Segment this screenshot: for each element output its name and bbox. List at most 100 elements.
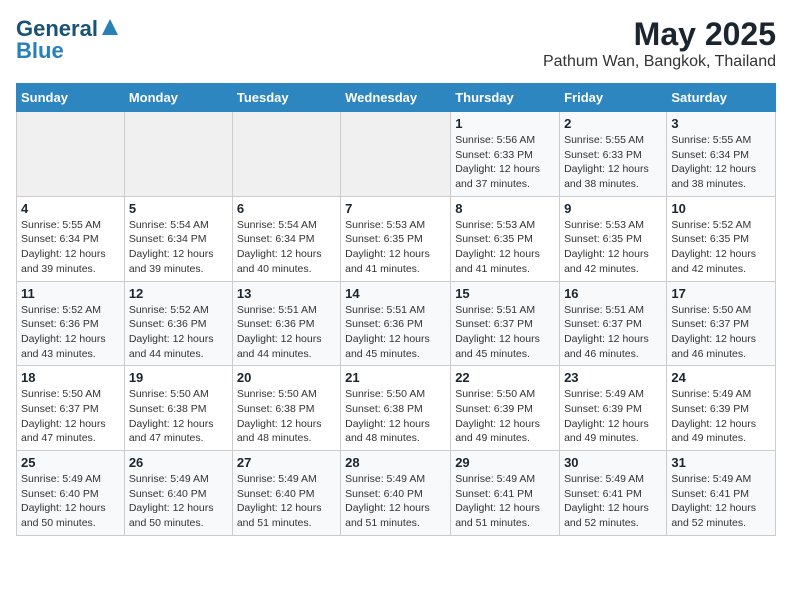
logo-triangle-icon: [100, 17, 120, 37]
day-info: Sunrise: 5:50 AMSunset: 6:37 PMDaylight:…: [671, 303, 771, 362]
day-number: 10: [671, 201, 771, 216]
page-header: General Blue May 2025 Pathum Wan, Bangko…: [16, 16, 776, 71]
calendar-cell: 1 Sunrise: 5:56 AMSunset: 6:33 PMDaylight…: [451, 112, 560, 197]
day-info: Sunrise: 5:52 AMSunset: 6:36 PMDaylight:…: [129, 303, 228, 362]
calendar-header-row: SundayMondayTuesdayWednesdayThursdayFrid…: [17, 84, 776, 112]
calendar-cell: 30 Sunrise: 5:49 AMSunset: 6:41 PMDayligh…: [560, 451, 667, 536]
day-number: 2: [564, 116, 662, 131]
calendar-table: SundayMondayTuesdayWednesdayThursdayFrid…: [16, 83, 776, 536]
calendar-cell: 18 Sunrise: 5:50 AMSunset: 6:37 PMDayligh…: [17, 366, 125, 451]
day-number: 29: [455, 455, 555, 470]
day-info: Sunrise: 5:50 AMSunset: 6:38 PMDaylight:…: [129, 387, 228, 446]
day-number: 19: [129, 370, 228, 385]
calendar-week-row: 4 Sunrise: 5:55 AMSunset: 6:34 PMDaylight…: [17, 196, 776, 281]
header-day-tuesday: Tuesday: [232, 84, 340, 112]
calendar-cell: 13 Sunrise: 5:51 AMSunset: 6:36 PMDayligh…: [232, 281, 340, 366]
calendar-cell: 22 Sunrise: 5:50 AMSunset: 6:39 PMDayligh…: [451, 366, 560, 451]
calendar-cell: 31Sunrise: 5:49 AMSunset: 6:41 PMDayligh…: [667, 451, 776, 536]
day-info: Sunrise: 5:50 AMSunset: 6:37 PMDaylight:…: [21, 387, 120, 446]
day-info: Sunrise: 5:49 AMSunset: 6:40 PMDaylight:…: [345, 472, 446, 531]
calendar-week-row: 18 Sunrise: 5:50 AMSunset: 6:37 PMDayligh…: [17, 366, 776, 451]
calendar-cell: 29 Sunrise: 5:49 AMSunset: 6:41 PMDayligh…: [451, 451, 560, 536]
calendar-cell: 21Sunrise: 5:50 AMSunset: 6:38 PMDayligh…: [341, 366, 451, 451]
calendar-cell: 8Sunrise: 5:53 AMSunset: 6:35 PMDaylight…: [451, 196, 560, 281]
day-info: Sunrise: 5:54 AMSunset: 6:34 PMDaylight:…: [237, 218, 336, 277]
day-number: 7: [345, 201, 446, 216]
calendar-cell: 2 Sunrise: 5:55 AMSunset: 6:33 PMDaylight…: [560, 112, 667, 197]
calendar-cell: 20 Sunrise: 5:50 AMSunset: 6:38 PMDayligh…: [232, 366, 340, 451]
calendar-cell: 12Sunrise: 5:52 AMSunset: 6:36 PMDayligh…: [124, 281, 232, 366]
calendar-cell: 7Sunrise: 5:53 AMSunset: 6:35 PMDaylight…: [341, 196, 451, 281]
calendar-cell: 28 Sunrise: 5:49 AMSunset: 6:40 PMDayligh…: [341, 451, 451, 536]
calendar-cell: 14Sunrise: 5:51 AMSunset: 6:36 PMDayligh…: [341, 281, 451, 366]
day-number: 11: [21, 286, 120, 301]
calendar-week-row: 25 Sunrise: 5:49 AMSunset: 6:40 PMDayligh…: [17, 451, 776, 536]
day-info: Sunrise: 5:51 AMSunset: 6:37 PMDaylight:…: [564, 303, 662, 362]
day-info: Sunrise: 5:49 AMSunset: 6:41 PMDaylight:…: [564, 472, 662, 531]
day-info: Sunrise: 5:49 AMSunset: 6:41 PMDaylight:…: [455, 472, 555, 531]
calendar-cell: 19 Sunrise: 5:50 AMSunset: 6:38 PMDayligh…: [124, 366, 232, 451]
logo: General Blue: [16, 16, 120, 64]
day-info: Sunrise: 5:49 AMSunset: 6:39 PMDaylight:…: [564, 387, 662, 446]
logo-blue: Blue: [16, 38, 64, 64]
calendar-cell: 10 Sunrise: 5:52 AMSunset: 6:35 PMDayligh…: [667, 196, 776, 281]
day-number: 3: [671, 116, 771, 131]
day-number: 13: [237, 286, 336, 301]
day-info: Sunrise: 5:53 AMSunset: 6:35 PMDaylight:…: [455, 218, 555, 277]
day-number: 6: [237, 201, 336, 216]
day-info: Sunrise: 5:50 AMSunset: 6:39 PMDaylight:…: [455, 387, 555, 446]
day-info: Sunrise: 5:51 AMSunset: 6:36 PMDaylight:…: [237, 303, 336, 362]
day-info: Sunrise: 5:50 AMSunset: 6:38 PMDaylight:…: [345, 387, 446, 446]
calendar-cell: [232, 112, 340, 197]
day-info: Sunrise: 5:49 AMSunset: 6:39 PMDaylight:…: [671, 387, 771, 446]
day-number: 23: [564, 370, 662, 385]
day-number: 15: [455, 286, 555, 301]
day-info: Sunrise: 5:53 AMSunset: 6:35 PMDaylight:…: [564, 218, 662, 277]
calendar-cell: 25 Sunrise: 5:49 AMSunset: 6:40 PMDayligh…: [17, 451, 125, 536]
calendar-week-row: 1 Sunrise: 5:56 AMSunset: 6:33 PMDaylight…: [17, 112, 776, 197]
day-number: 1: [455, 116, 555, 131]
day-info: Sunrise: 5:55 AMSunset: 6:34 PMDaylight:…: [21, 218, 120, 277]
header-day-saturday: Saturday: [667, 84, 776, 112]
day-number: 22: [455, 370, 555, 385]
day-number: 20: [237, 370, 336, 385]
calendar-cell: 3 Sunrise: 5:55 AMSunset: 6:34 PMDaylight…: [667, 112, 776, 197]
header-day-thursday: Thursday: [451, 84, 560, 112]
day-number: 24: [671, 370, 771, 385]
header-day-monday: Monday: [124, 84, 232, 112]
title-block: May 2025 Pathum Wan, Bangkok, Thailand: [543, 16, 776, 71]
day-info: Sunrise: 5:51 AMSunset: 6:36 PMDaylight:…: [345, 303, 446, 362]
day-number: 4: [21, 201, 120, 216]
month-year-title: May 2025: [543, 16, 776, 53]
calendar-cell: [17, 112, 125, 197]
day-info: Sunrise: 5:49 AMSunset: 6:40 PMDaylight:…: [129, 472, 228, 531]
day-info: Sunrise: 5:49 AMSunset: 6:41 PMDaylight:…: [671, 472, 771, 531]
day-number: 18: [21, 370, 120, 385]
day-info: Sunrise: 5:49 AMSunset: 6:40 PMDaylight:…: [21, 472, 120, 531]
calendar-cell: 6 Sunrise: 5:54 AMSunset: 6:34 PMDaylight…: [232, 196, 340, 281]
day-info: Sunrise: 5:51 AMSunset: 6:37 PMDaylight:…: [455, 303, 555, 362]
day-number: 16: [564, 286, 662, 301]
day-info: Sunrise: 5:56 AMSunset: 6:33 PMDaylight:…: [455, 133, 555, 192]
calendar-cell: 23 Sunrise: 5:49 AMSunset: 6:39 PMDayligh…: [560, 366, 667, 451]
day-info: Sunrise: 5:55 AMSunset: 6:34 PMDaylight:…: [671, 133, 771, 192]
day-number: 30: [564, 455, 662, 470]
day-number: 27: [237, 455, 336, 470]
calendar-cell: 4 Sunrise: 5:55 AMSunset: 6:34 PMDaylight…: [17, 196, 125, 281]
calendar-cell: 15 Sunrise: 5:51 AMSunset: 6:37 PMDayligh…: [451, 281, 560, 366]
day-info: Sunrise: 5:49 AMSunset: 6:40 PMDaylight:…: [237, 472, 336, 531]
calendar-cell: 16 Sunrise: 5:51 AMSunset: 6:37 PMDayligh…: [560, 281, 667, 366]
header-day-sunday: Sunday: [17, 84, 125, 112]
calendar-week-row: 11 Sunrise: 5:52 AMSunset: 6:36 PMDayligh…: [17, 281, 776, 366]
day-info: Sunrise: 5:50 AMSunset: 6:38 PMDaylight:…: [237, 387, 336, 446]
day-info: Sunrise: 5:55 AMSunset: 6:33 PMDaylight:…: [564, 133, 662, 192]
day-number: 17: [671, 286, 771, 301]
day-number: 25: [21, 455, 120, 470]
calendar-cell: 5Sunrise: 5:54 AMSunset: 6:34 PMDaylight…: [124, 196, 232, 281]
day-info: Sunrise: 5:54 AMSunset: 6:34 PMDaylight:…: [129, 218, 228, 277]
day-number: 9: [564, 201, 662, 216]
calendar-cell: 9 Sunrise: 5:53 AMSunset: 6:35 PMDaylight…: [560, 196, 667, 281]
day-info: Sunrise: 5:52 AMSunset: 6:36 PMDaylight:…: [21, 303, 120, 362]
day-info: Sunrise: 5:52 AMSunset: 6:35 PMDaylight:…: [671, 218, 771, 277]
day-number: 28: [345, 455, 446, 470]
